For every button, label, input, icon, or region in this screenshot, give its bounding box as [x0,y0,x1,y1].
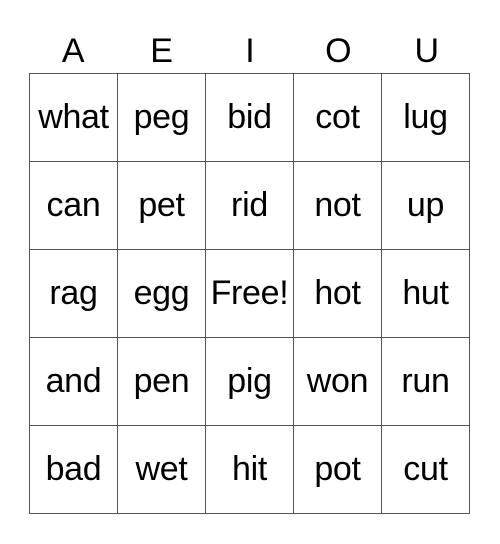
header-letter: A [61,32,85,70]
board-cell: and [29,337,118,426]
board-cell: peg [117,73,206,162]
board-row: and pen pig won run [29,337,470,426]
board-cell: up [381,161,470,250]
bingo-board: what peg bid cot lug can pet rid not up … [29,73,470,514]
header-letter: I [245,32,255,70]
board-cell: not [293,161,382,250]
header-letter: U [414,32,440,70]
board-cell: lug [381,73,470,162]
header-letter: O [325,32,352,70]
board-cell: hut [381,249,470,338]
board-cell: bad [29,425,118,514]
board-cell: won [293,337,382,426]
board-cell: wet [117,425,206,514]
free-space-cell: Free! [205,249,294,338]
board-cell: can [29,161,118,250]
board-cell: run [381,337,470,426]
board-cell: pet [117,161,206,250]
board-row: what peg bid cot lug [29,73,470,162]
board-cell: bid [205,73,294,162]
header-letter: E [150,32,173,70]
board-cell: hit [205,425,294,514]
board-row: can pet rid not up [29,161,470,250]
board-cell: what [29,73,118,162]
board-cell: pig [205,337,294,426]
board-cell: cut [381,425,470,514]
board-cell: hot [293,249,382,338]
bingo-header: A E I O U [29,30,471,72]
board-cell: pot [293,425,382,514]
board-cell: rag [29,249,118,338]
board-cell: cot [293,73,382,162]
board-row: rag egg Free! hot hut [29,249,470,338]
board-cell: pen [117,337,206,426]
board-cell: rid [205,161,294,250]
board-row: bad wet hit pot cut [29,425,470,514]
board-cell: egg [117,249,206,338]
